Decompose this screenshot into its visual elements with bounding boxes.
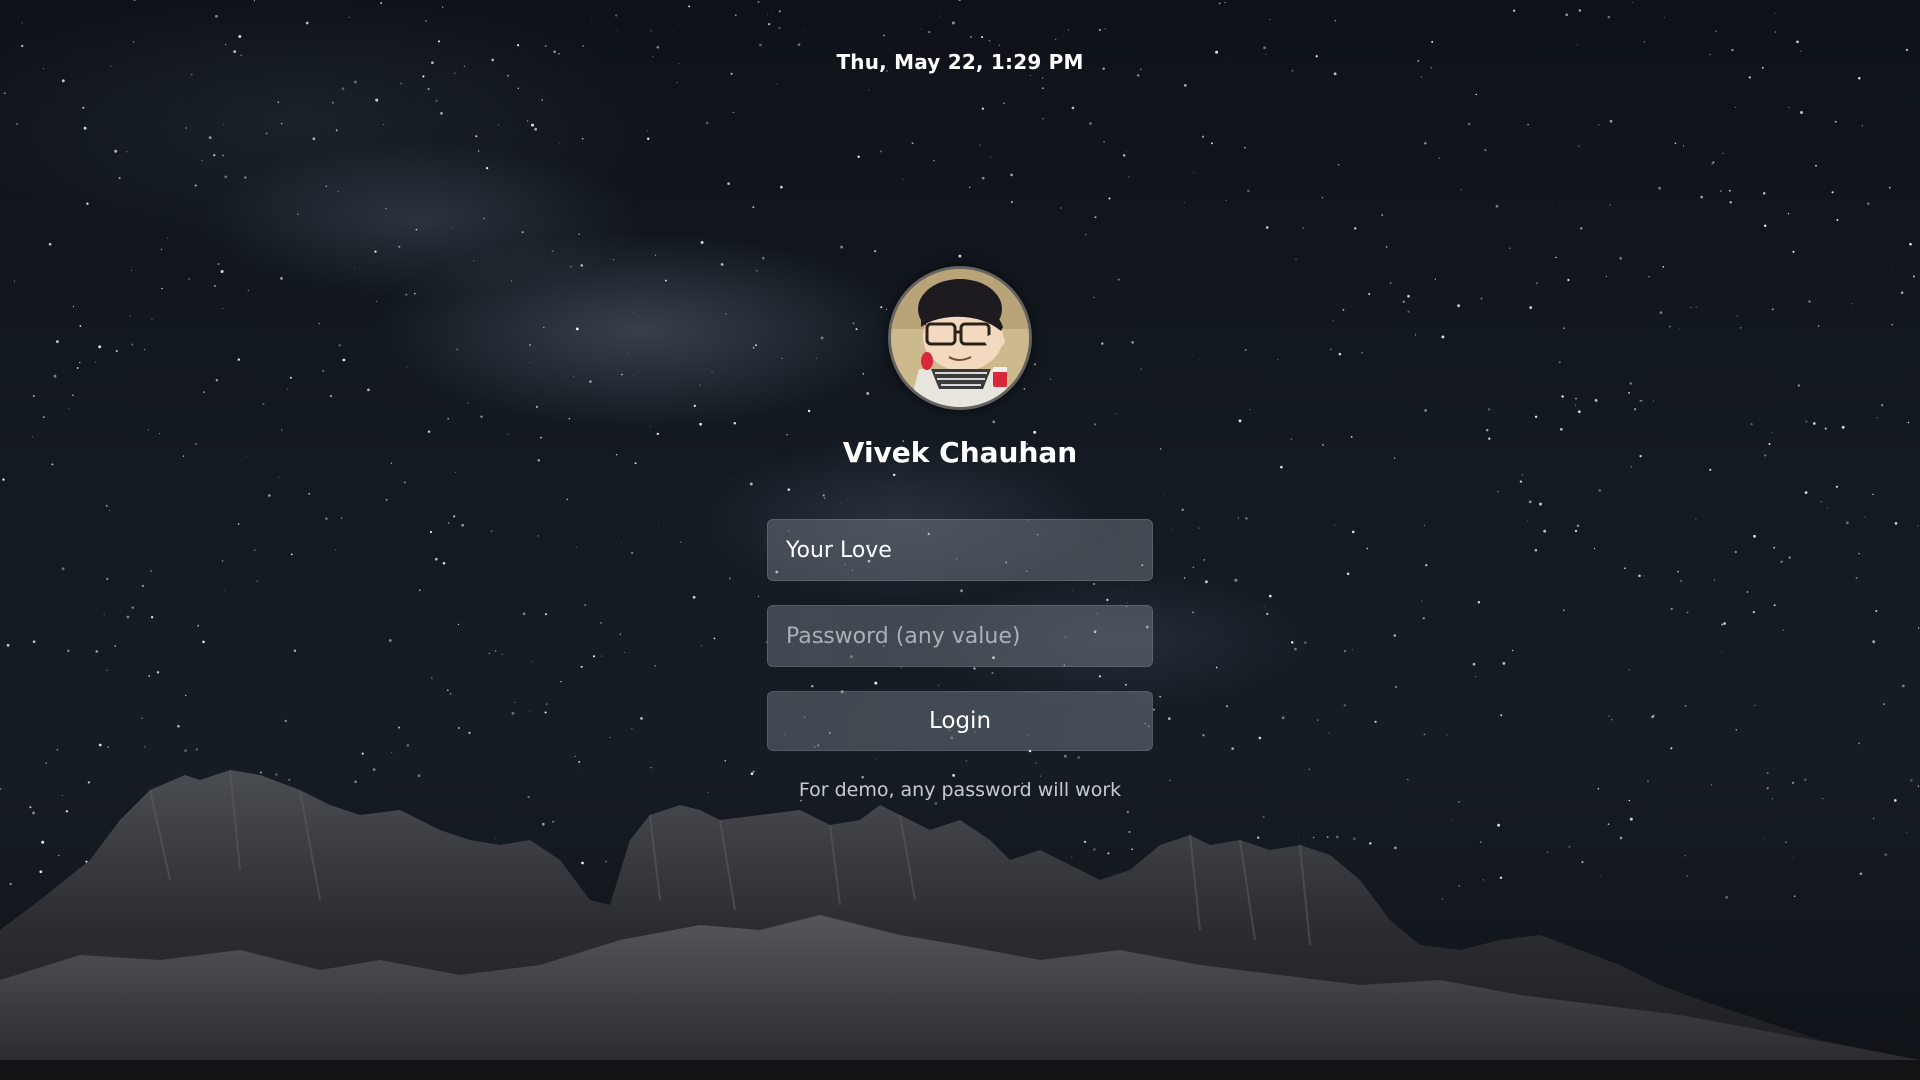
lock-screen: Thu, May 22, 1:29 PM Vivek Chauhan Your …: [0, 0, 1920, 1080]
cartoon-avatar-icon: [888, 266, 1032, 410]
login-button[interactable]: Login: [767, 691, 1153, 751]
user-name: Vivek Chauhan: [842, 436, 1078, 469]
username-input[interactable]: [767, 519, 1153, 581]
date-time: Thu, May 22, 1:29 PM: [836, 50, 1084, 74]
login-panel: Vivek Chauhan Login For demo, any passwo…: [767, 266, 1153, 801]
demo-hint: For demo, any password will work: [798, 779, 1122, 801]
password-input[interactable]: [767, 605, 1153, 667]
